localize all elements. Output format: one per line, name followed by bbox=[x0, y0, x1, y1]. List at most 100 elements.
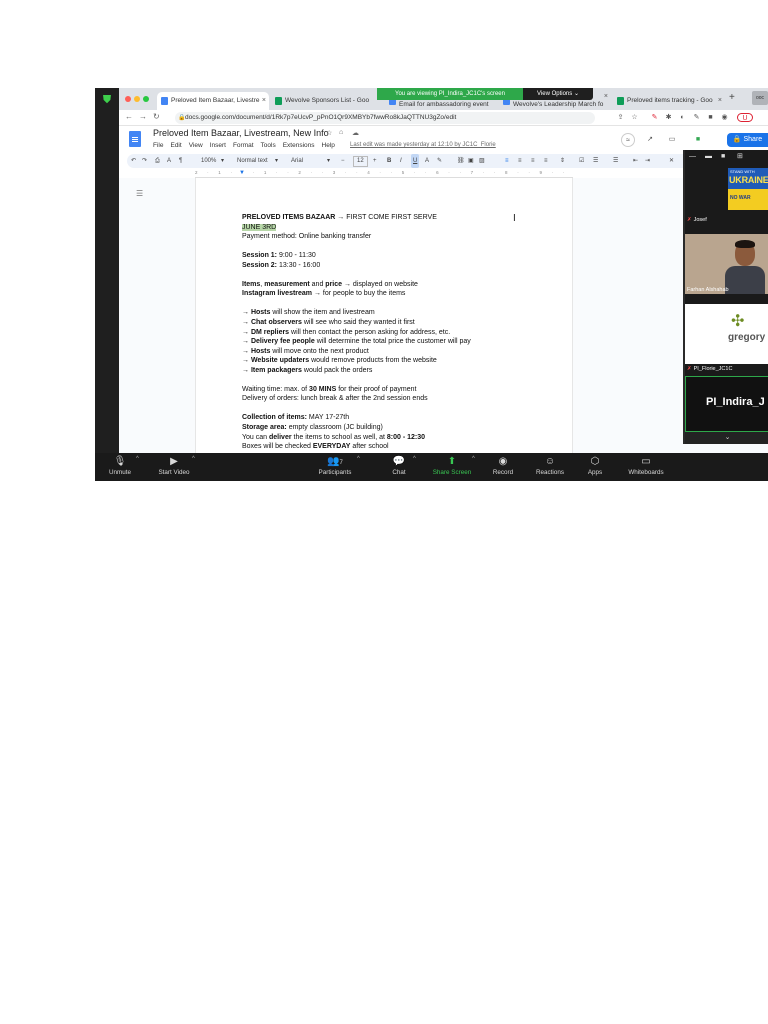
participant-tile-farhan[interactable]: Farhan Alshahab bbox=[685, 234, 768, 294]
url-bar[interactable]: 🔒 docs.google.com/document/d/1Rk7p7eUcvP… bbox=[175, 112, 595, 124]
strip-view-icon[interactable]: ■ bbox=[721, 150, 725, 164]
line-spacing-icon[interactable]: ⇕ bbox=[560, 154, 565, 168]
chevron-up-icon[interactable]: ^ bbox=[192, 456, 195, 462]
menu-file[interactable]: File bbox=[153, 142, 163, 149]
justify-icon[interactable]: ≡ bbox=[544, 154, 548, 168]
menu-help[interactable]: Help bbox=[322, 142, 335, 149]
clear-formatting-icon[interactable]: ✕ bbox=[669, 154, 674, 168]
extension-icon[interactable]: ✎ bbox=[692, 113, 701, 122]
move-folder-icon[interactable]: ⌂ bbox=[339, 129, 343, 136]
italic-button[interactable]: I bbox=[400, 154, 402, 168]
close-tab-icon[interactable]: × bbox=[262, 92, 266, 110]
ruler[interactable]: 2 · 1 · · · 1 · · 2 · · 3 · · 4 · · 5 · … bbox=[195, 170, 573, 178]
link-icon[interactable]: ⛓ bbox=[457, 154, 465, 168]
back-icon[interactable]: ← bbox=[125, 112, 133, 121]
trend-icon[interactable]: ↗ bbox=[643, 133, 657, 147]
minimize-window-icon[interactable] bbox=[134, 96, 140, 102]
new-tab-button[interactable]: + bbox=[729, 92, 735, 103]
record-button[interactable]: ◉ Record bbox=[478, 455, 528, 478]
style-select[interactable]: Normal text bbox=[237, 154, 268, 168]
decrease-size-icon[interactable]: − bbox=[341, 154, 345, 168]
participant-tile-josef[interactable]: STAND WITH UKRAINE NO WAR ✗ Josef bbox=[685, 164, 768, 224]
extension-icon[interactable]: ■ bbox=[706, 113, 715, 122]
paint-format-icon[interactable]: ¶ bbox=[179, 154, 182, 168]
align-center-icon[interactable]: ≡ bbox=[518, 154, 522, 168]
align-left-icon[interactable]: ≡ bbox=[505, 154, 509, 168]
forward-icon[interactable]: → bbox=[139, 112, 147, 121]
menu-tools[interactable]: Tools bbox=[261, 142, 276, 149]
add-comment-icon[interactable]: ▣ bbox=[468, 154, 474, 168]
participants-button[interactable]: 👥7 Participants bbox=[310, 455, 360, 478]
close-tab-icon[interactable]: × bbox=[604, 92, 608, 106]
extension-icon[interactable]: ◐ bbox=[678, 113, 687, 122]
whiteboards-button[interactable]: ▭ Whiteboards bbox=[621, 455, 671, 478]
font-size-input[interactable]: 12 bbox=[353, 156, 368, 167]
menu-insert[interactable]: Insert bbox=[210, 142, 226, 149]
comments-icon[interactable]: ▭ bbox=[665, 133, 679, 147]
bulleted-list-icon[interactable]: ☰ bbox=[593, 154, 598, 168]
chevron-up-icon[interactable]: ^ bbox=[472, 456, 475, 462]
apps-button[interactable]: ⬡ Apps bbox=[570, 455, 620, 478]
increase-indent-icon[interactable]: ⇥ bbox=[645, 154, 650, 168]
star-icon[interactable]: ☆ bbox=[326, 129, 332, 137]
reactions-button[interactable]: ☺ Reactions bbox=[525, 455, 575, 478]
chevron-up-icon[interactable]: ^ bbox=[413, 456, 416, 462]
google-docs-logo-icon[interactable] bbox=[129, 131, 141, 147]
spellcheck-icon[interactable]: A bbox=[167, 154, 171, 168]
align-right-icon[interactable]: ≡ bbox=[531, 154, 535, 168]
decrease-indent-icon[interactable]: ⇤ bbox=[633, 154, 638, 168]
document-page[interactable]: PRELOVED ITEMS BAZAAR → FIRST COME FIRST… bbox=[195, 178, 573, 453]
insert-image-icon[interactable]: ▨ bbox=[479, 154, 485, 168]
document-title[interactable]: Preloved Item Bazaar, Livestream, New In… bbox=[153, 128, 329, 138]
chevron-up-icon[interactable]: ^ bbox=[136, 456, 139, 462]
undo-icon[interactable]: ↶ bbox=[131, 154, 136, 168]
bookmark-star-icon[interactable]: ☆ bbox=[630, 113, 639, 122]
zoom-select[interactable]: 100% bbox=[201, 154, 216, 168]
profile-avatar[interactable]: U bbox=[737, 113, 753, 122]
increase-size-icon[interactable]: + bbox=[373, 154, 377, 168]
speaker-view-icon[interactable]: ▬ bbox=[705, 150, 712, 164]
meet-icon[interactable]: ■ bbox=[691, 133, 705, 147]
font-select[interactable]: Arial bbox=[291, 154, 303, 168]
chevron-down-icon[interactable]: ⌄ bbox=[685, 432, 768, 444]
print-icon[interactable]: ⎙ bbox=[155, 154, 160, 168]
reload-icon[interactable]: ↻ bbox=[153, 112, 160, 121]
chevron-up-icon[interactable]: ^ bbox=[357, 456, 360, 462]
share-page-icon[interactable]: ⇪ bbox=[616, 113, 625, 122]
close-tab-icon[interactable]: × bbox=[718, 92, 722, 110]
activity-icon[interactable]: ≈ bbox=[621, 133, 635, 147]
chat-button[interactable]: 💬 Chat bbox=[374, 455, 424, 478]
bold-button[interactable]: B bbox=[387, 154, 391, 168]
extension-icon[interactable]: ◉ bbox=[720, 113, 729, 122]
browser-tab-preloved-bazaar[interactable]: Preloved Item Bazaar, Livestre × bbox=[157, 92, 269, 110]
last-edit-link[interactable]: Last edit was made yesterday at 12:10 by… bbox=[350, 142, 496, 148]
underline-button[interactable]: U bbox=[411, 154, 420, 168]
share-screen-button[interactable]: ⬆ Share Screen bbox=[427, 455, 477, 478]
cloud-saved-icon[interactable]: ☁ bbox=[352, 129, 359, 137]
highlight-icon[interactable]: ✎ bbox=[437, 154, 442, 168]
participant-tile-florie[interactable]: ✣ gregory ✗ PI_Florie_JC1C bbox=[685, 304, 768, 374]
text-color-button[interactable]: A bbox=[425, 154, 429, 168]
document-body[interactable]: PRELOVED ITEMS BAZAAR → FIRST COME FIRST… bbox=[242, 213, 562, 452]
menu-view[interactable]: View bbox=[189, 142, 203, 149]
browser-tab-sponsors[interactable]: Wevolve Sponsors List - Goo bbox=[271, 92, 383, 110]
menu-format[interactable]: Format bbox=[233, 142, 254, 149]
redo-icon[interactable]: ↷ bbox=[142, 154, 147, 168]
indent-marker-icon[interactable]: ▼ bbox=[239, 170, 245, 176]
grid-view-icon[interactable]: ⊞ bbox=[737, 150, 743, 164]
menu-edit[interactable]: Edit bbox=[170, 142, 181, 149]
view-options-button[interactable]: View Options ⌄ bbox=[523, 88, 593, 100]
numbered-list-icon[interactable]: ☰ bbox=[613, 154, 618, 168]
extension-puzzle-icon[interactable]: ✱ bbox=[664, 113, 673, 122]
browser-tab-tracking[interactable]: Preloved items tracking - Goo × bbox=[613, 92, 725, 110]
security-shield-icon[interactable]: ⛊ bbox=[101, 94, 113, 106]
minimize-gallery-icon[interactable]: — bbox=[689, 150, 696, 164]
document-outline-icon[interactable]: ☰ bbox=[136, 189, 143, 198]
participant-tile-indira[interactable]: PI_Indira_J bbox=[685, 376, 768, 432]
share-button[interactable]: 🔒 Share bbox=[727, 133, 768, 147]
close-window-icon[interactable] bbox=[125, 96, 131, 102]
checklist-icon[interactable]: ☑ bbox=[579, 154, 584, 168]
menu-extensions[interactable]: Extensions bbox=[283, 142, 315, 149]
extension-icon[interactable]: ✎ bbox=[650, 113, 659, 122]
maximize-window-icon[interactable] bbox=[143, 96, 149, 102]
